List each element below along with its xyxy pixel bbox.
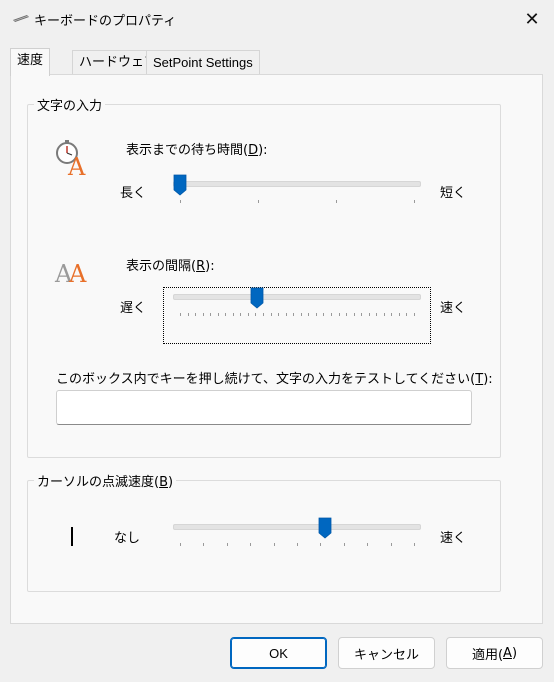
slider-tick [367,543,369,546]
slider-tick [406,313,408,316]
slider-track[interactable] [173,181,421,187]
slider-tick [398,313,400,316]
slider-tick [226,543,228,546]
delay-slider[interactable] [173,174,421,206]
slider-tick [390,543,392,546]
slider-tick [414,543,415,546]
slider-tick [285,313,287,316]
cursor-blink-group-label: カーソルの点滅速度(B) [34,471,177,490]
close-icon: ✕ [524,8,540,30]
delay-label: 表示までの待ち時間(D): [126,143,268,158]
cursor-preview [71,527,73,546]
slider-tick [278,313,280,316]
slider-tick [247,313,249,316]
slider-tick [203,543,205,546]
slider-tick [308,313,310,316]
slider-tick [330,313,332,316]
tab-speed[interactable]: 速度 [10,48,51,76]
slider-tick [336,200,337,203]
ok-button[interactable]: OK [230,637,327,669]
slider-tick [414,313,415,316]
slider-tick [202,313,204,316]
slider-tick [414,200,415,203]
delay-max-label: 短く [440,186,467,201]
close-button[interactable]: ✕ [518,6,546,32]
slider-tick [368,313,370,316]
slider-tick [383,313,385,316]
slider-track[interactable] [173,294,421,300]
slider-tick [187,313,189,316]
rate-min-label: 遅く [120,301,147,316]
slider-tick [270,313,272,316]
apply-button[interactable]: 適用(A) [446,637,543,669]
rate-label: 表示の間隔(R): [126,259,215,274]
svg-text:A: A [68,260,87,285]
slider-tick [315,313,317,316]
slider-tick [297,543,298,546]
tab-setpoint-settings[interactable]: SetPoint Settings [146,50,260,75]
slider-track[interactable] [173,524,421,530]
slider-tick [376,313,378,316]
slider-tick [225,313,227,316]
slider-tick [263,313,265,316]
svg-text:A: A [67,153,86,178]
slider-tick [300,313,302,316]
rate-max-label: 速く [440,301,467,316]
slider-tick [240,313,242,316]
blink-min-label: なし [114,531,141,546]
font-sample-icon: A A [54,260,87,285]
slider-tick [250,543,252,546]
stopwatch-icon: A [56,140,86,178]
slider-thumb[interactable] [173,174,187,196]
slider-tick [180,543,181,546]
slider-tick [353,313,355,316]
slider-tick [258,200,259,203]
slider-tick [273,543,275,546]
blink-max-label: 速く [440,531,467,546]
slider-tick [343,543,345,546]
slider-tick [180,313,181,316]
slider-tick [320,543,322,546]
slider-tick [391,313,393,316]
slider-tick [217,313,219,316]
slider-tick [346,313,348,316]
keyboard-icon [13,15,29,22]
test-input[interactable] [56,390,472,425]
window-title: キーボードのプロパティ [34,14,177,29]
slider-tick [323,313,325,316]
slider-tick [180,200,181,203]
slider-tick [210,313,212,316]
slider-thumb[interactable] [250,287,264,309]
slider-thumb[interactable] [318,517,332,539]
slider-tick [293,313,295,316]
blink-slider[interactable] [173,517,421,551]
cancel-button[interactable]: キャンセル [338,637,435,669]
slider-tick [232,313,234,316]
test-label: このボックス内でキーを押し続けて、文字の入力をテストしてください(T): [56,372,493,387]
delay-min-label: 長く [120,186,147,201]
slider-tick [361,313,363,316]
slider-tick [338,313,340,316]
slider-tick [195,313,197,316]
rate-slider[interactable] [173,287,421,329]
slider-tick [255,313,257,316]
char-input-group-label: 文字の入力 [34,95,106,114]
